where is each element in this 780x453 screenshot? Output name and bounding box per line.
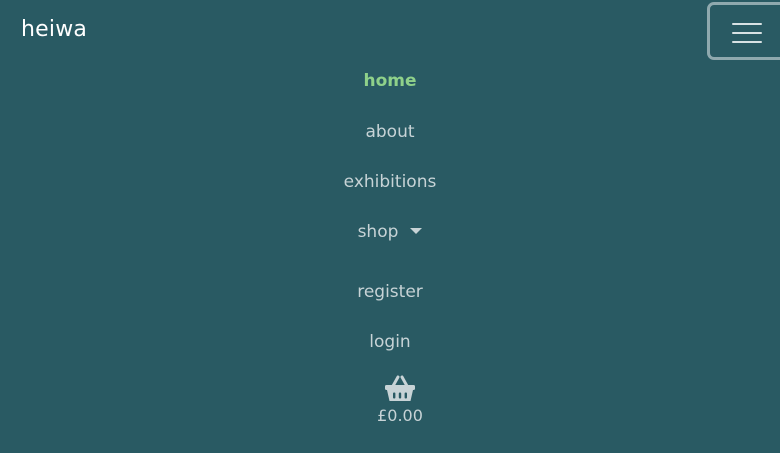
navbar: heiwa home about exhibitions shop regist… xyxy=(0,0,780,453)
hamburger-menu-icon xyxy=(732,21,764,45)
nav-link-login[interactable]: login xyxy=(0,330,780,354)
caret-down-icon xyxy=(410,228,423,234)
basket-link[interactable]: £0.00 xyxy=(340,374,460,430)
nav-link-shop-dropdown[interactable]: shop xyxy=(0,220,780,244)
nav-link-about[interactable]: about xyxy=(0,120,780,144)
shop-label: shop xyxy=(357,222,399,242)
brand-link[interactable]: heiwa xyxy=(21,14,87,46)
basket-total: £0.00 xyxy=(377,406,423,425)
shopping-basket-icon xyxy=(385,375,415,401)
navbar-toggler-button[interactable] xyxy=(707,2,780,60)
nav-link-home[interactable]: home xyxy=(0,69,780,93)
nav-link-register[interactable]: register xyxy=(0,280,780,304)
nav-link-exhibitions[interactable]: exhibitions xyxy=(0,170,780,194)
